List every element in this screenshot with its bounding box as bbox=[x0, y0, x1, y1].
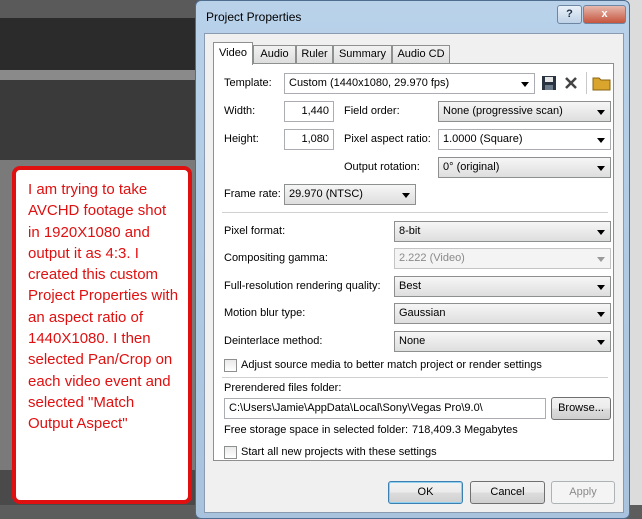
template-label: Template: bbox=[224, 77, 272, 89]
chevron-down-icon bbox=[597, 110, 605, 115]
pixel-format-label: Pixel format: bbox=[224, 225, 286, 237]
start-all-label: Start all new projects with these settin… bbox=[241, 446, 437, 458]
deinterlace-combo[interactable]: None bbox=[394, 331, 611, 352]
height-label: Height: bbox=[224, 133, 259, 145]
prerendered-folder-label: Prerendered files folder: bbox=[224, 382, 342, 394]
pixel-format-combo[interactable]: 8-bit bbox=[394, 221, 611, 242]
output-rotation-label: Output rotation: bbox=[344, 161, 420, 173]
separator bbox=[222, 212, 608, 213]
background-toolbar bbox=[0, 0, 200, 18]
tab-ruler[interactable]: Ruler bbox=[296, 45, 333, 64]
tab-video[interactable]: Video bbox=[213, 42, 253, 65]
browse-button[interactable]: Browse... bbox=[551, 397, 611, 420]
motion-blur-value: Gaussian bbox=[399, 307, 446, 319]
template-value: Custom (1440x1080, 29.970 fps) bbox=[289, 77, 450, 89]
tab-audio[interactable]: Audio bbox=[253, 45, 296, 64]
ok-button[interactable]: OK bbox=[388, 481, 463, 504]
chevron-down-icon bbox=[597, 230, 605, 235]
rendering-quality-value: Best bbox=[399, 280, 422, 292]
tab-audio-cd[interactable]: Audio CD bbox=[392, 45, 450, 64]
chevron-down-icon bbox=[597, 138, 605, 143]
folder-icon[interactable] bbox=[592, 74, 612, 94]
deinterlace-value: None bbox=[399, 335, 426, 347]
pixel-aspect-value: 1.0000 (Square) bbox=[443, 133, 523, 145]
compositing-gamma-combo: 2.222 (Video) bbox=[394, 248, 611, 269]
chevron-down-icon bbox=[597, 257, 605, 262]
prerendered-folder-input[interactable]: C:\Users\Jamie\AppData\Local\Sony\Vegas … bbox=[224, 398, 546, 419]
toolbar-divider bbox=[586, 72, 587, 94]
chevron-down-icon bbox=[521, 82, 529, 87]
frame-rate-label: Frame rate: bbox=[224, 188, 281, 200]
chevron-down-icon bbox=[597, 166, 605, 171]
output-rotation-value: 0° (original) bbox=[443, 161, 500, 173]
chevron-down-icon bbox=[597, 340, 605, 345]
video-tab-page: Template: Custom (1440x1080, 29.970 fps)… bbox=[213, 63, 614, 461]
pixel-aspect-combo[interactable]: 1.0000 (Square) bbox=[438, 129, 611, 150]
compositing-gamma-value: 2.222 (Video) bbox=[399, 252, 465, 264]
dialog-panel: Video Audio Ruler Summary Audio CD Templ… bbox=[204, 33, 624, 513]
adjust-source-checkbox[interactable] bbox=[224, 359, 237, 372]
compositing-gamma-label: Compositing gamma: bbox=[224, 252, 328, 264]
help-button[interactable]: ? bbox=[557, 5, 582, 24]
cancel-button[interactable]: Cancel bbox=[470, 481, 545, 504]
start-all-checkbox[interactable] bbox=[224, 446, 237, 459]
frame-rate-combo[interactable]: 29.970 (NTSC) bbox=[284, 184, 416, 205]
annotation-note: I am trying to take AVCHD footage shot i… bbox=[12, 166, 192, 504]
width-label: Width: bbox=[224, 105, 256, 117]
motion-blur-combo[interactable]: Gaussian bbox=[394, 303, 611, 324]
dialog-title: Project Properties bbox=[206, 10, 302, 24]
apply-button: Apply bbox=[551, 481, 615, 504]
pixel-format-value: 8-bit bbox=[399, 225, 421, 237]
project-properties-dialog: Project Properties ? x Video Audio Ruler… bbox=[195, 0, 630, 519]
field-order-label: Field order: bbox=[344, 105, 400, 117]
free-space-value: 718,409.3 Megabytes bbox=[412, 424, 518, 436]
field-order-combo[interactable]: None (progressive scan) bbox=[438, 101, 611, 122]
dialog-titlebar[interactable]: Project Properties ? x bbox=[196, 1, 629, 33]
tab-summary[interactable]: Summary bbox=[333, 45, 392, 64]
delete-icon[interactable] bbox=[562, 74, 582, 94]
save-icon[interactable] bbox=[540, 74, 560, 94]
background-ruler bbox=[0, 70, 200, 80]
chevron-down-icon bbox=[597, 312, 605, 317]
pixel-aspect-label: Pixel aspect ratio: bbox=[344, 133, 431, 145]
adjust-source-label: Adjust source media to better match proj… bbox=[241, 359, 542, 371]
output-rotation-combo[interactable]: 0° (original) bbox=[438, 157, 611, 178]
separator bbox=[222, 377, 608, 378]
rendering-quality-label: Full-resolution rendering quality: bbox=[224, 280, 381, 292]
background-timeline-header bbox=[0, 18, 200, 70]
free-space-label: Free storage space in selected folder: bbox=[224, 424, 409, 436]
field-order-value: None (progressive scan) bbox=[443, 105, 563, 117]
background-track bbox=[0, 80, 200, 160]
deinterlace-label: Deinterlace method: bbox=[224, 335, 323, 347]
template-combo[interactable]: Custom (1440x1080, 29.970 fps) bbox=[284, 73, 535, 94]
height-input[interactable]: 1,080 bbox=[284, 129, 334, 150]
motion-blur-label: Motion blur type: bbox=[224, 307, 306, 319]
chevron-down-icon bbox=[597, 285, 605, 290]
chevron-down-icon bbox=[402, 193, 410, 198]
close-button[interactable]: x bbox=[583, 5, 626, 24]
rendering-quality-combo[interactable]: Best bbox=[394, 276, 611, 297]
width-input[interactable]: 1,440 bbox=[284, 101, 334, 122]
frame-rate-value: 29.970 (NTSC) bbox=[289, 188, 363, 200]
